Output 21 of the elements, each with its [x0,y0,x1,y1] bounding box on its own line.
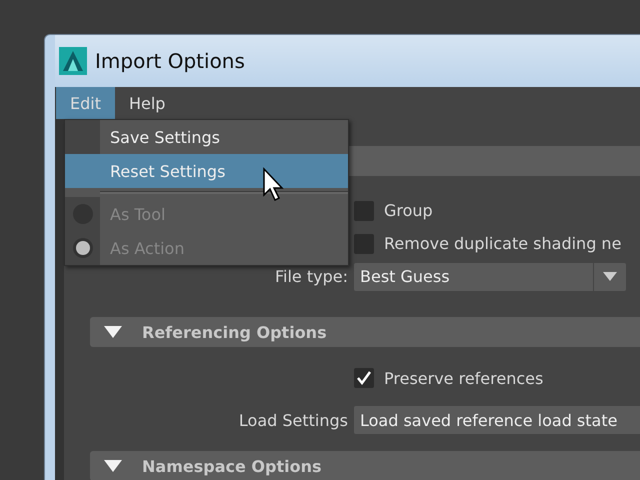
menu-item[interactable]: Save Settings [65,120,348,154]
field-label: File type: [275,267,348,286]
menu-item[interactable]: Help [114,87,180,119]
checkbox-label: Preserve references [384,368,544,388]
dropdown[interactable]: Best Guess [354,262,626,290]
cursor-icon [262,167,286,203]
app-icon [59,47,87,75]
section-header[interactable]: Namespace Options [90,451,640,480]
window-title: Import Options [95,49,245,73]
checkbox-label: Remove duplicate shading ne [384,234,622,253]
checkbox[interactable] [354,368,374,388]
section-header[interactable]: Referencing Options [90,317,640,347]
triangle-icon[interactable] [104,460,122,472]
field-label: Load Settings [238,410,348,430]
menu-item[interactable]: Edit [56,87,115,119]
triangle-icon[interactable] [104,326,122,338]
checkbox[interactable] [354,234,374,254]
dropdown[interactable]: Load saved reference load state [354,406,640,434]
checkbox-label: Group [384,201,433,220]
dropdown-arrow-icon[interactable] [603,272,617,281]
checkbox[interactable] [354,200,374,220]
